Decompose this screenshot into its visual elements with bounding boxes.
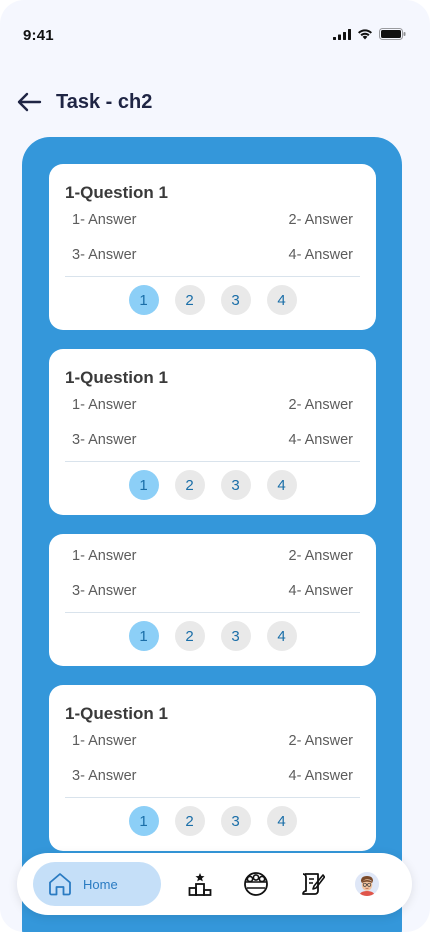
answer-option-4[interactable]: 4- Answer — [289, 432, 353, 448]
status-icons — [333, 28, 406, 40]
page-button-3[interactable]: 3 — [220, 806, 251, 836]
question-card: 1-Question 1 1- Answer 2- Answer 3- Answ… — [49, 349, 376, 515]
page-button-3[interactable]: 3 — [220, 285, 251, 315]
card-divider — [65, 612, 360, 613]
card-divider — [65, 461, 360, 462]
answer-option-3[interactable]: 3- Answer — [72, 583, 136, 599]
answer-option-2[interactable]: 2- Answer — [289, 397, 353, 413]
card-divider — [65, 276, 360, 277]
answer-option-4[interactable]: 4- Answer — [289, 583, 353, 599]
card-divider — [65, 797, 360, 798]
page-button-2[interactable]: 2 — [174, 806, 205, 836]
page-button-1[interactable]: 1 — [128, 470, 159, 500]
question-card: 1-Question 1 1- Answer 2- Answer 3- Answ… — [49, 164, 376, 330]
page-button-4[interactable]: 4 — [266, 470, 297, 500]
podium-icon — [188, 873, 212, 896]
answer-option-4[interactable]: 4- Answer — [289, 247, 353, 263]
page-button-1[interactable]: 1 — [128, 621, 159, 651]
header: Task - ch2 — [16, 84, 152, 120]
page-button-4[interactable]: 4 — [266, 621, 297, 651]
answer-option-1[interactable]: 1- Answer — [72, 548, 136, 564]
answer-option-3[interactable]: 3- Answer — [72, 768, 136, 784]
signal-icon — [333, 28, 351, 40]
page-button-1[interactable]: 1 — [128, 806, 159, 836]
arrow-left-icon — [17, 92, 42, 112]
page-button-3[interactable]: 3 — [220, 470, 251, 500]
back-button[interactable] — [16, 89, 42, 115]
page-button-3[interactable]: 3 — [220, 621, 251, 651]
page-button-2[interactable]: 2 — [174, 621, 205, 651]
question-card: 1- Answer 2- Answer 3- Answer 4- Answer … — [49, 534, 376, 666]
answer-option-2[interactable]: 2- Answer — [289, 733, 353, 749]
answer-option-4[interactable]: 4- Answer — [289, 768, 353, 784]
avatar-image — [355, 872, 379, 896]
pagination: 1 2 3 4 — [49, 285, 376, 315]
nav-leaderboard[interactable] — [186, 870, 214, 898]
nav-tasks[interactable] — [298, 870, 326, 898]
answer-option-2[interactable]: 2- Answer — [289, 548, 353, 564]
home-icon — [49, 873, 71, 896]
page-button-4[interactable]: 4 — [266, 806, 297, 836]
community-icon — [244, 872, 268, 896]
status-bar: 9:41 — [0, 0, 430, 70]
nav-home-label: Home — [83, 876, 118, 892]
battery-icon — [379, 28, 406, 40]
question-title: 1-Question 1 — [65, 183, 168, 202]
wifi-icon — [358, 29, 372, 40]
nav-community[interactable] — [242, 870, 270, 898]
answer-option-1[interactable]: 1- Answer — [72, 212, 136, 228]
page-title: Task - ch2 — [56, 90, 153, 113]
pagination: 1 2 3 4 — [49, 621, 376, 651]
answer-option-3[interactable]: 3- Answer — [72, 247, 136, 263]
pagination: 1 2 3 4 — [49, 470, 376, 500]
page-button-2[interactable]: 2 — [174, 470, 205, 500]
bottom-nav: Home — [17, 853, 412, 915]
status-time: 9:41 — [23, 27, 54, 44]
question-title: 1-Question 1 — [65, 368, 168, 387]
page-button-1[interactable]: 1 — [128, 285, 159, 315]
pagination: 1 2 3 4 — [49, 806, 376, 836]
app-screen: 9:41 Task - ch2 1-Question 1 1- Answer 2… — [0, 0, 430, 932]
page-button-4[interactable]: 4 — [266, 285, 297, 315]
profile-avatar[interactable] — [355, 872, 379, 896]
scroll-quill-icon — [302, 873, 325, 895]
answer-option-1[interactable]: 1- Answer — [72, 733, 136, 749]
question-title: 1-Question 1 — [65, 704, 168, 723]
page-button-2[interactable]: 2 — [174, 285, 205, 315]
question-card: 1-Question 1 1- Answer 2- Answer 3- Answ… — [49, 685, 376, 851]
answer-option-2[interactable]: 2- Answer — [289, 212, 353, 228]
answer-option-1[interactable]: 1- Answer — [72, 397, 136, 413]
answer-option-3[interactable]: 3- Answer — [72, 432, 136, 448]
nav-home[interactable]: Home — [33, 862, 161, 906]
